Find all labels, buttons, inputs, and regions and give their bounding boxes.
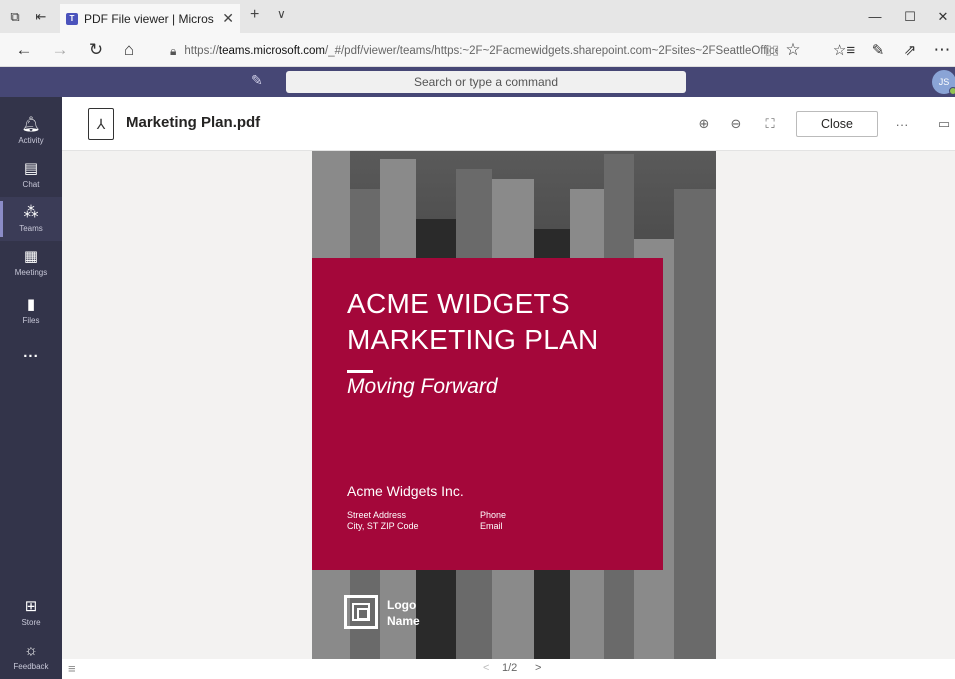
fit-to-screen-icon[interactable]: ⛶ (760, 114, 780, 134)
prev-page-button[interactable]: < (483, 662, 489, 674)
rail-item-feedback[interactable]: ☼ Feedback (0, 635, 62, 679)
logo-mark-icon (344, 595, 378, 629)
rail-label: Teams (19, 224, 43, 233)
refresh-icon[interactable]: ↻ (82, 33, 110, 67)
zoom-in-icon[interactable]: ⊕ (694, 114, 714, 134)
rail-item-more[interactable]: ... (0, 331, 62, 375)
favorite-star-icon[interactable]: ☆ (779, 33, 807, 67)
minimize-button[interactable]: — (857, 0, 893, 33)
email: Email (480, 521, 503, 531)
pen-notes-icon[interactable]: ✎ (864, 33, 892, 67)
maximize-button[interactable]: ☐ (892, 0, 928, 33)
tab-close-icon[interactable]: ✕ (222, 10, 234, 27)
rail-label: Chat (22, 180, 40, 189)
rail-label: Files (22, 316, 40, 325)
calendar-icon: ▦ (23, 248, 39, 265)
viewer-header: ⅄ Marketing Plan.pdf ⊕ ⊖ ⛶ Close ··· ▭ (62, 97, 955, 151)
new-tab-button[interactable]: + (250, 6, 259, 24)
heading-line-2: MARKETING PLAN (347, 324, 599, 355)
page-navigator: ≡ < 1/2 > (62, 659, 955, 679)
url-prefix: https:// (184, 45, 219, 57)
zoom-out-icon[interactable]: ⊖ (726, 114, 746, 134)
presence-badge (949, 87, 955, 95)
more-options-icon[interactable]: ··· (892, 114, 912, 134)
rail-item-files[interactable]: ▮ Files (0, 289, 62, 333)
browser-tab-active[interactable]: T PDF File viewer | Micros ✕ (60, 4, 240, 33)
tab-title: PDF File viewer | Micros (84, 11, 214, 26)
rail-label: Feedback (13, 662, 49, 671)
chat-icon: ▤ (23, 160, 39, 177)
page-indicator: 1/2 (502, 662, 518, 674)
cover-heading: ACME WIDGETS MARKETING PLAN (347, 286, 599, 358)
heading-line-1: ACME WIDGETS (347, 288, 570, 319)
logo-text: Logo Name (387, 597, 420, 629)
address-bar[interactable]: 🔒︎ https://teams.microsoft.com/_#/pdf/vi… (170, 40, 778, 62)
lightbulb-icon: ☼ (24, 642, 38, 659)
avatar[interactable]: JS (932, 70, 955, 95)
browser-nav-bar: ← → ↻ ⌂ 🔒︎ https://teams.microsoft.com/_… (0, 33, 955, 67)
back-arrow-icon[interactable]: ← (10, 33, 38, 67)
more-apps-icon: ... (23, 344, 39, 361)
more-icon[interactable]: ⋯ (928, 33, 955, 67)
street-address: Street Address (347, 510, 407, 520)
bell-icon: 🔔︎ (21, 116, 41, 133)
logo-line-2: Name (387, 614, 420, 628)
phone: Phone (480, 510, 507, 520)
company-name: Acme Widgets Inc. (347, 483, 464, 499)
rail-item-chat[interactable]: ▤ Chat (0, 153, 62, 197)
teams-top-bar: ✎ Search or type a command JS (0, 67, 955, 97)
url-path: /_#/pdf/viewer/teams/https:~2F~2Facmewid… (325, 45, 778, 57)
teams-favicon-icon: T (66, 12, 78, 25)
close-button[interactable]: Close (796, 111, 878, 137)
next-page-button[interactable]: > (535, 662, 541, 674)
rail-item-meetings[interactable]: ▦ Meetings (0, 241, 62, 285)
search-input[interactable]: Search or type a command (286, 71, 686, 93)
app-rail: 🔔︎ Activity ▤ Chat ⁂ Teams ▦ Meetings ▮ … (0, 97, 62, 679)
hamburger-menu-icon[interactable]: ≡ (68, 661, 76, 676)
rail-item-store[interactable]: ⊞ Store (0, 591, 62, 635)
building (674, 189, 716, 659)
tab-menu-chevron-icon[interactable]: ∨ (277, 7, 286, 21)
conversation-icon[interactable]: ▭ (934, 114, 954, 134)
rail-item-teams[interactable]: ⁂ Teams (0, 197, 62, 241)
teams-icon: ⁂ (23, 204, 39, 221)
store-icon: ⊞ (24, 598, 38, 615)
city-zip: City, ST ZIP Code (347, 521, 419, 531)
cover-subtitle: Moving Forward (347, 375, 498, 398)
logo-line-1: Logo (387, 598, 417, 612)
rail-label: Store (21, 618, 41, 627)
rail-item-activity[interactable]: 🔔︎ Activity (0, 109, 62, 153)
tab-preview-icon[interactable]: ⧉ (4, 0, 26, 33)
file-icon: ▮ (26, 296, 36, 313)
avatar-initials: JS (938, 77, 950, 87)
title-card: ACME WIDGETS MARKETING PLAN Moving Forwa… (312, 258, 663, 570)
lock-icon: 🔒︎ (170, 43, 177, 58)
url-host: teams.microsoft.com (218, 45, 325, 57)
pdf-page: ACME WIDGETS MARKETING PLAN Moving Forwa… (312, 151, 716, 659)
favorites-hub-icon[interactable]: ☆≡ (830, 33, 858, 67)
rail-label: Activity (18, 136, 44, 145)
document-title: Marketing Plan.pdf (126, 114, 261, 131)
set-aside-tabs-icon[interactable]: ⇤ (30, 0, 52, 33)
pdf-file-icon: ⅄ (88, 108, 114, 140)
pdf-viewer[interactable]: ACME WIDGETS MARKETING PLAN Moving Forwa… (62, 151, 955, 659)
forward-arrow-icon[interactable]: → (46, 33, 74, 67)
home-icon[interactable]: ⌂ (115, 33, 143, 67)
share-icon[interactable]: ⇗ (896, 33, 924, 67)
window-close-button[interactable]: ✕ (925, 0, 955, 33)
compose-icon[interactable]: ✎ (251, 72, 263, 89)
browser-tab-strip: ⧉ ⇤ T PDF File viewer | Micros ✕ + ∨ — ☐… (0, 0, 955, 33)
accent-divider (347, 370, 373, 373)
rail-label: Meetings (14, 268, 48, 277)
